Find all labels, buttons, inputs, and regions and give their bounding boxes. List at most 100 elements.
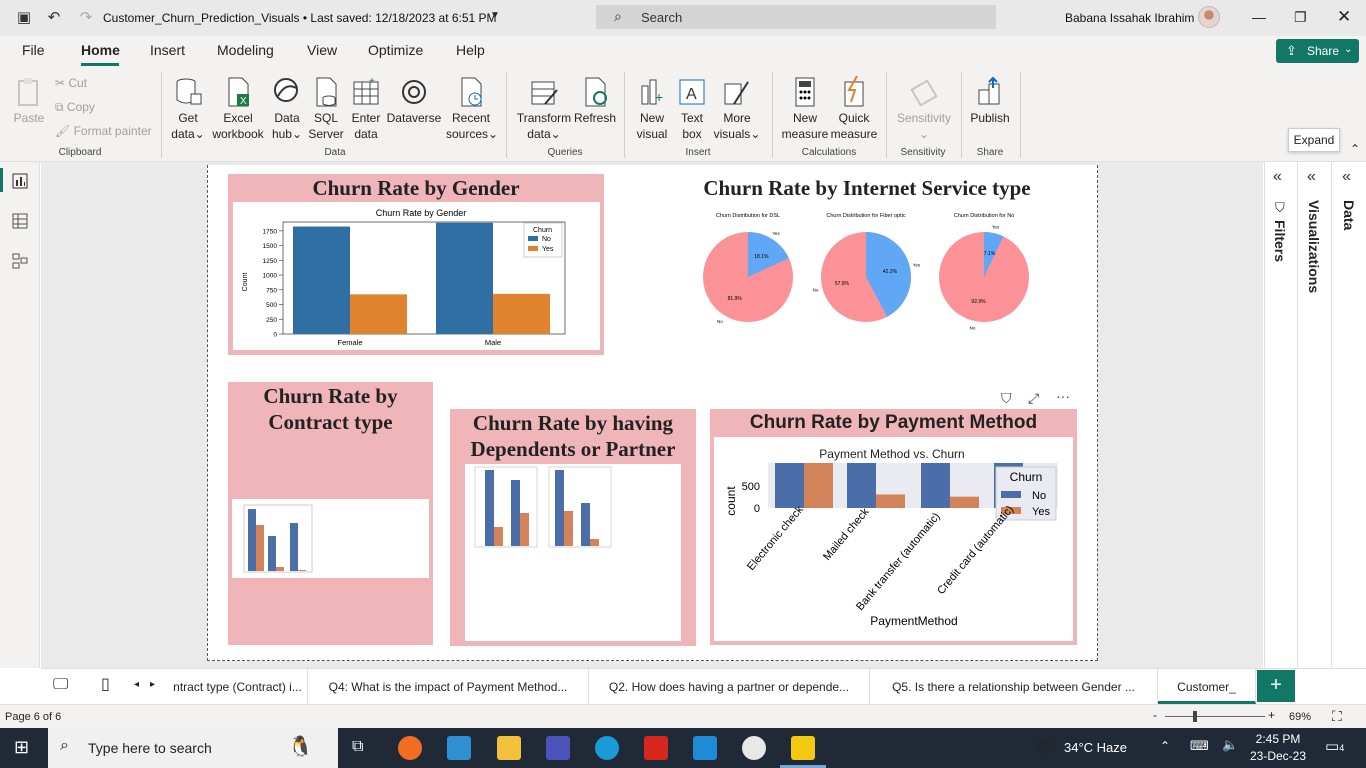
taskbar-search[interactable]: ⌕ Type here to search 🐧 [48,728,338,768]
snip-app-icon[interactable] [447,736,471,760]
visual-payment[interactable]: Churn Rate by Payment Method Payment Met… [710,409,1077,645]
cut-button[interactable]: ✂ Cut [55,76,87,90]
new-visual-button[interactable]: + New visual [632,76,672,142]
bar-no [436,222,493,334]
more-options-icon[interactable]: ··· [1056,388,1070,404]
refresh-button[interactable]: Refresh [574,76,616,126]
chevron-up-icon[interactable]: ⌃ [1160,739,1170,753]
transform-data-button[interactable]: Transform data⌄ [515,76,573,142]
file-explorer-icon[interactable] [497,736,521,760]
zoom-in-icon[interactable]: + [1268,708,1275,722]
legend-swatch-no [1001,491,1021,498]
expand-chevron-icon[interactable]: « [1307,168,1316,186]
sensitivity-button[interactable]: Sensitivity ⌄ [894,76,954,142]
network-icon[interactable]: ⌨ [1190,738,1209,754]
menu-view[interactable]: View [307,42,337,58]
page-tab-active[interactable]: Customer_ [1158,669,1256,704]
new-measure-button[interactable]: New measure [780,76,830,142]
avatar[interactable] [1198,6,1220,28]
format-painter-button[interactable]: 🖌 Format painter [55,124,152,138]
dataverse-button[interactable]: Dataverse [386,76,442,126]
filter-icon: ⛉ [1275,200,1285,215]
zoom-slider-thumb[interactable] [1193,711,1197,722]
zoom-out-icon[interactable]: - [1153,708,1157,722]
collapse-ribbon-icon[interactable]: ⌃ [1350,142,1360,156]
text-box-button[interactable]: A Text box [674,76,710,142]
publish-button[interactable]: Publish [968,76,1012,126]
task-view-icon[interactable]: ⧉ [352,738,363,756]
model-view-icon[interactable] [11,252,29,270]
divider [506,72,507,158]
new-visual-label-1: New [639,111,664,125]
visual-contract[interactable]: Churn Rate by Contract type [228,382,433,645]
windows-start-icon[interactable]: ⊞ [14,737,29,758]
copy-button[interactable]: ⧉ Copy [55,100,95,115]
add-page-button[interactable]: + [1257,670,1295,702]
zoom-level: 69% [1289,711,1312,723]
page-tab[interactable]: Q5. Is there a relationship between Gend… [870,669,1158,704]
maximize-icon[interactable]: ❐ [1294,9,1307,26]
excel-workbook-button[interactable]: X Excel workbook [210,76,266,142]
firefox-icon[interactable] [398,736,422,760]
volume-icon[interactable]: 🔈 [1222,737,1238,753]
recent-sources-button[interactable]: Recent sources⌄ [446,76,499,142]
data-pane[interactable]: « Data [1331,162,1366,668]
filter-icon[interactable]: ⛉ [1001,390,1012,407]
desktop-layout-icon[interactable]: 🖵 [53,676,68,694]
visual-gender[interactable]: Churn Rate by Gender Churn Rate by Gende… [228,174,604,355]
filters-pane[interactable]: « ⛉ Filters [1264,162,1297,668]
more-visuals-button[interactable]: More visuals⌄ [712,76,762,142]
quick-measure-button[interactable]: Quick measure [830,76,878,142]
internet-pie-charts[interactable]: Churn Distribution for DSL 18.1% 81.9% Yes N… [695,205,1040,335]
expand-chevron-icon[interactable]: « [1342,168,1351,186]
menu-help[interactable]: Help [456,42,485,58]
title-dropdown-icon[interactable]: ▼ [490,10,500,21]
edge-icon[interactable] [595,736,619,760]
search-input[interactable]: ⌕ Search [596,5,996,29]
report-view-icon[interactable] [11,172,29,190]
acrobat-icon[interactable] [644,736,668,760]
powerbi-icon[interactable] [791,736,815,760]
menu-file[interactable]: File [22,42,45,58]
zoom-slider[interactable] [1165,716,1265,717]
enter-data-button[interactable]: + Enter data [347,76,385,142]
table-view-icon[interactable] [11,212,29,230]
paste-button[interactable]: Paste [12,76,46,126]
page-tab[interactable]: Q4: What is the impact of Payment Method… [308,669,589,704]
excel-label-1: Excel [223,111,253,125]
menu-modeling[interactable]: Modeling [217,42,274,58]
page-tab[interactable]: ntract type (Contract) i... [168,669,308,704]
sql-server-button[interactable]: SQL Server [307,76,345,142]
collapse-chevron-icon[interactable]: « [1273,168,1282,186]
legend-swatch-no [528,236,538,241]
visualizations-pane[interactable]: « Visualizations [1297,162,1331,668]
minimize-icon[interactable]: — [1252,9,1266,25]
chatgpt-icon[interactable] [742,736,766,760]
page-tab[interactable]: Q2. How does having a partner or depende… [589,669,870,704]
save-icon[interactable]: ▣ [15,9,33,27]
focus-mode-icon[interactable]: ⤢ [1028,390,1039,407]
get-data-button[interactable]: Get data⌄ [168,76,208,142]
vscode-icon[interactable] [693,736,717,760]
notification-icon[interactable]: ▭4 [1325,737,1344,755]
mobile-layout-icon[interactable]: ▯ [101,674,110,694]
menu-insert[interactable]: Insert [150,42,185,58]
bar-yes [876,494,905,508]
menu-optimize[interactable]: Optimize [368,42,423,58]
share-button[interactable]: ⇪ Share ⌄ [1276,39,1359,63]
taskbar: ⊞ ⌕ Type here to search 🐧 ⧉ 🌤 34°C Haze … [0,728,1366,768]
redo-icon[interactable]: ↷ [77,9,95,27]
data-hub-button[interactable]: Data hub⌄ [268,76,306,142]
refresh-label: Refresh [574,111,617,125]
menu-home[interactable]: Home [81,42,120,58]
close-icon[interactable]: ✕ [1337,7,1351,27]
next-page-icon[interactable]: ▸ [150,679,155,690]
teams-icon[interactable] [546,736,570,760]
chevron-down-icon: ⌄ [488,127,499,141]
prev-page-icon[interactable]: ◂ [134,679,139,690]
visual-dependents[interactable]: Churn Rate by having Dependents or Partn… [450,409,696,646]
undo-icon[interactable]: ↶ [45,9,63,27]
visual-title: Churn Rate by Gender [312,176,520,200]
clock[interactable]: 2:45 PM 23-Dec-23 [1250,731,1306,765]
fit-to-page-icon[interactable]: ⛶ [1332,708,1342,725]
